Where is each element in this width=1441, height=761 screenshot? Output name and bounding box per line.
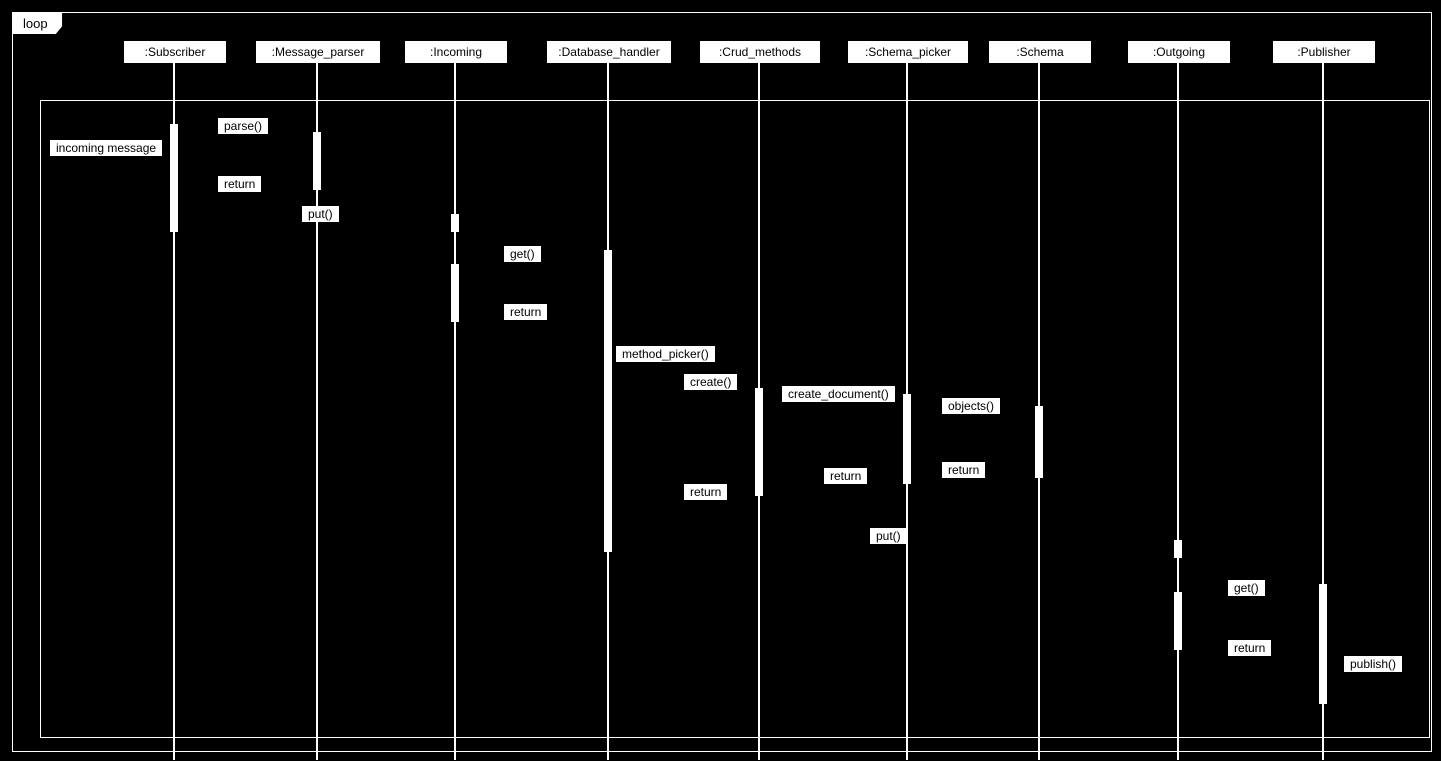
participant-subscriber: :Subscriber [123, 40, 227, 64]
participant-schema-picker: :Schema_picker [847, 40, 969, 64]
msg-get-1: get() [504, 246, 541, 262]
activation [1174, 592, 1182, 650]
activation [1035, 406, 1043, 478]
msg-return-5: return [684, 484, 727, 500]
participant-message-parser: :Message_parser [255, 40, 381, 64]
msg-publish: publish() [1344, 656, 1402, 672]
msg-return-3: return [942, 462, 985, 478]
msg-get-2: get() [1228, 580, 1265, 596]
activation [1174, 540, 1182, 558]
activation [903, 394, 911, 484]
participant-crud-methods: :Crud_methods [699, 40, 821, 64]
msg-return-2: return [504, 304, 547, 320]
participant-publisher: :Publisher [1272, 40, 1376, 64]
msg-return-6: return [1228, 640, 1271, 656]
msg-return-1: return [218, 176, 261, 192]
msg-incoming-message: incoming message [50, 140, 162, 156]
msg-return-4: return [824, 468, 867, 484]
inner-frame [40, 100, 1430, 738]
participant-incoming: :Incoming [404, 40, 508, 64]
lifeline-incoming [454, 62, 456, 760]
activation [451, 214, 459, 232]
activation [1319, 584, 1327, 704]
msg-parse: parse() [218, 118, 268, 134]
participant-schema: :Schema [988, 40, 1092, 64]
msg-method-picker: method_picker() [616, 346, 715, 362]
lifeline-outgoing [1177, 62, 1179, 760]
msg-create: create() [684, 374, 737, 390]
activation [755, 388, 763, 496]
participant-outgoing: :Outgoing [1127, 40, 1231, 64]
msg-put-2: put() [870, 528, 907, 544]
participant-database-handler: :Database_handler [546, 40, 672, 64]
sequence-diagram: loop :Subscriber :Message_parser :Incomi… [0, 0, 1441, 761]
msg-create-document: create_document() [782, 386, 895, 402]
activation [604, 250, 612, 552]
activation [170, 124, 178, 232]
msg-objects: objects() [942, 398, 1000, 414]
activation [451, 264, 459, 322]
msg-put-1: put() [302, 206, 339, 222]
activation [313, 132, 321, 190]
